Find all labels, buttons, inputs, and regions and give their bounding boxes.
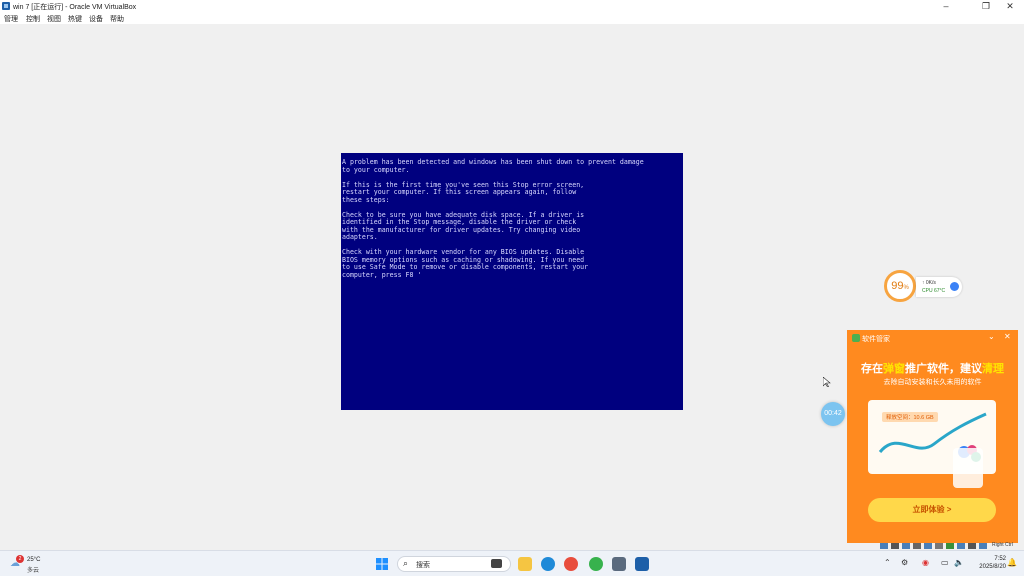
- menu-hotkey[interactable]: 热键: [68, 14, 82, 24]
- vm-screen-bsod[interactable]: A problem has been detected and windows …: [341, 153, 683, 410]
- search-icon: ⌕: [403, 558, 409, 568]
- edge-browser-icon[interactable]: [541, 557, 555, 571]
- system-clock[interactable]: 7:52 2025/8/20: [966, 555, 1006, 571]
- software-manager-logo-icon: [852, 334, 860, 342]
- maximize-button[interactable]: ❐: [975, 0, 997, 12]
- software-manager-popup[interactable]: 软件管家 ⌄ ✕ 存在弹窗推广软件，建议清理 去除自动安装和长久未用的软件 释放…: [847, 330, 1018, 543]
- virtualbox-app-icon: [2, 2, 10, 10]
- windows-start-icon[interactable]: [375, 557, 389, 571]
- net-speed: 0K/s: [925, 280, 936, 286]
- accelerate-icon[interactable]: [950, 282, 959, 291]
- app-shield-icon[interactable]: [612, 557, 626, 571]
- host-key-label: Right Ctrl: [992, 542, 1013, 548]
- gauge-unit: %: [903, 285, 909, 291]
- weather-widget[interactable]: ☁ 2 25°C 多云: [8, 555, 48, 574]
- show-hidden-icons-chevron-icon[interactable]: ⌃: [884, 558, 891, 567]
- gauge-value: 99: [891, 280, 904, 292]
- network-icon[interactable]: ▭: [941, 558, 949, 567]
- popup-close-button[interactable]: ✕: [1004, 332, 1011, 341]
- tray-wechat-icon[interactable]: ◉: [922, 558, 929, 567]
- virtualbox-taskbar-icon[interactable]: [635, 557, 649, 571]
- menu-devices[interactable]: 设备: [89, 14, 103, 24]
- weather-condition: 多云: [27, 568, 40, 574]
- menu-bar: 管理 控制 视图 热键 设备 帮助: [0, 12, 1024, 24]
- tray-app-icon[interactable]: ⚙: [901, 558, 908, 567]
- clock-date: 2025/8/20: [979, 564, 1006, 570]
- upload-arrow-icon: ↑: [922, 280, 925, 286]
- minimize-button[interactable]: –: [935, 0, 957, 12]
- file-explorer-icon[interactable]: [518, 557, 532, 571]
- menu-manage[interactable]: 管理: [4, 14, 18, 24]
- network-cpu-panel: ↑ 0K/s CPU 67°C: [916, 277, 962, 297]
- green-app-icon[interactable]: [589, 557, 603, 571]
- menu-view[interactable]: 视图: [47, 14, 61, 24]
- temperature: 25°C: [27, 557, 41, 563]
- taskbar: ☁ 2 25°C 多云 ⌕ 搜索 ⌃ ⚙ ◉ ▭ 🔈 7:52 2025/8/2…: [0, 550, 1024, 576]
- try-now-button[interactable]: 立即体验 >: [868, 498, 996, 522]
- notification-bell-icon[interactable]: 🔔: [1007, 558, 1017, 567]
- search-placeholder: 搜索: [416, 562, 430, 569]
- menu-control[interactable]: 控制: [26, 14, 40, 24]
- bsod-message: A problem has been detected and windows …: [342, 158, 644, 279]
- close-button[interactable]: ✕: [999, 0, 1021, 12]
- menu-help[interactable]: 帮助: [110, 14, 124, 24]
- camera-icon: [491, 559, 502, 568]
- cpu-label: CPU: [922, 288, 933, 294]
- cpu-temp: 67°C: [933, 288, 946, 294]
- popup-brand: 软件管家: [862, 336, 890, 343]
- taskbar-search-box[interactable]: ⌕ 搜索: [397, 556, 511, 572]
- mouse-cursor-icon: [823, 377, 831, 387]
- timer-bubble[interactable]: 00:42: [821, 402, 845, 426]
- notification-badge: 2: [16, 555, 24, 563]
- vbox-device-icons: [880, 543, 987, 549]
- vbox-status-bar: Right Ctrl: [880, 542, 1024, 550]
- title-bar: win 7 [正在运行] - Oracle VM VirtualBox – ❐ …: [0, 0, 1024, 12]
- clock-time: 7:52: [994, 556, 1006, 562]
- memory-gauge[interactable]: 99%: [884, 270, 916, 302]
- popup-collapse-button[interactable]: ⌄: [988, 332, 995, 341]
- trash-bin-icon: [953, 448, 983, 488]
- popup-subtitle: 去除自动安装和长久未用的软件: [883, 379, 982, 386]
- chrome-browser-icon[interactable]: [564, 557, 578, 571]
- volume-icon[interactable]: 🔈: [954, 558, 964, 567]
- popup-headline: 存在弹窗推广软件，建议清理: [861, 363, 1004, 375]
- freed-space-chip: 释放空间：10.6 GB: [882, 412, 938, 422]
- window-title: win 7 [正在运行] - Oracle VM VirtualBox: [13, 4, 137, 11]
